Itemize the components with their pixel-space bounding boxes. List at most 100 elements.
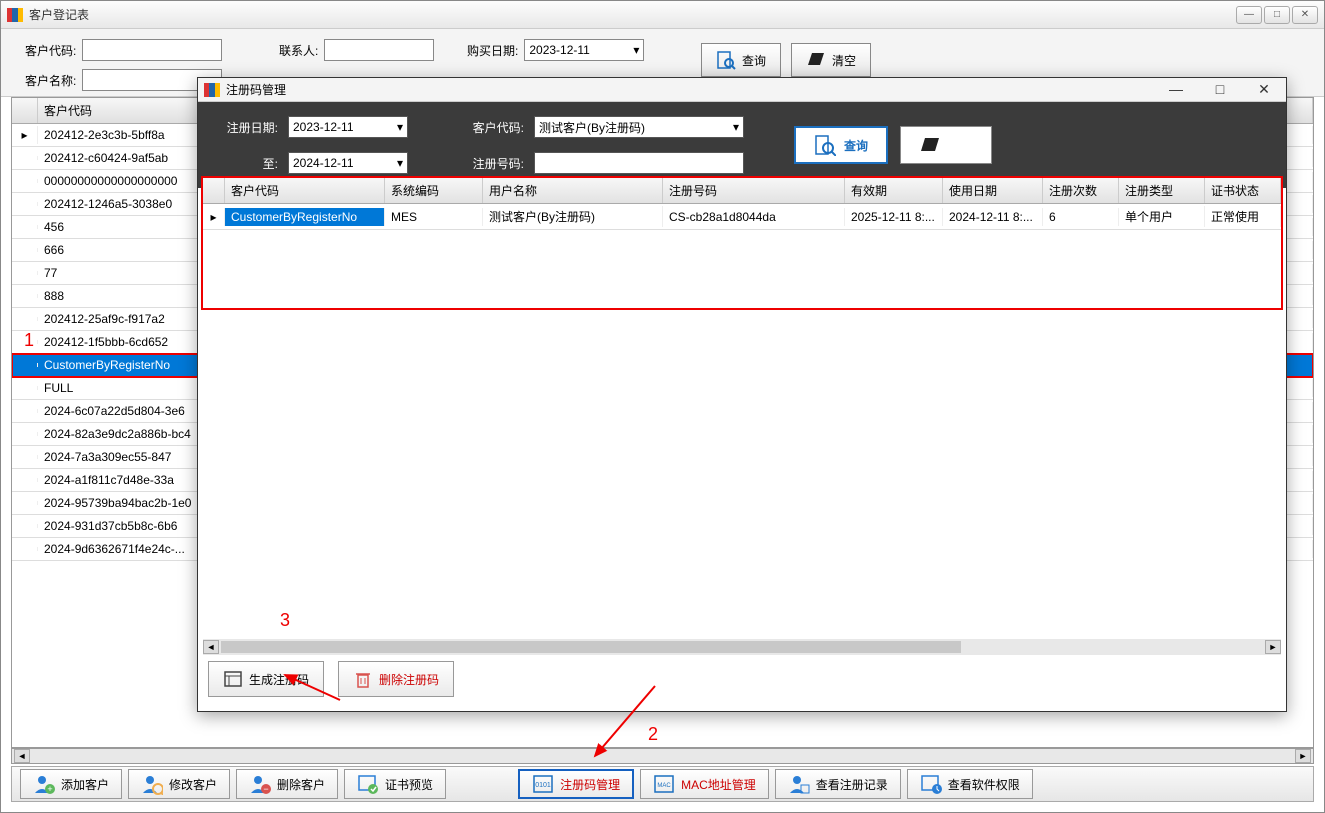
cust-code-dropdown[interactable]: 测试客户(By注册码) ▾: [534, 116, 744, 138]
scroll-thumb[interactable]: [221, 641, 961, 653]
row-indicator: [12, 317, 38, 321]
minimize-button[interactable]: —: [1236, 6, 1262, 24]
col-expiry[interactable]: 有效期: [845, 178, 943, 203]
reg-date-to-value: 2024-12-11: [293, 156, 354, 170]
maximize-button[interactable]: □: [1264, 6, 1290, 24]
col-certstatus[interactable]: 证书状态: [1205, 178, 1281, 203]
scroll-left-button[interactable]: ◄: [203, 640, 219, 654]
cell-certstatus: 正常使用: [1205, 206, 1281, 227]
mac-mgmt-button[interactable]: MAC MAC地址管理: [640, 769, 769, 799]
scroll-left-button[interactable]: ◄: [14, 749, 30, 763]
app-icon: [7, 8, 23, 22]
col-username[interactable]: 用户名称: [483, 178, 663, 203]
add-customer-label: 添加客户: [61, 776, 109, 793]
query-button[interactable]: 查询: [701, 43, 781, 77]
clear-label: 清空: [832, 52, 856, 69]
clear-button[interactable]: 清空: [791, 43, 871, 77]
row-indicator: [12, 501, 38, 505]
calendar-icon: ▾: [397, 120, 403, 134]
cell-regtype: 单个用户: [1119, 206, 1205, 227]
reg-no-input[interactable]: [534, 152, 744, 174]
purchase-date-value: 2023-12-11: [529, 43, 590, 57]
cell-username: 测试客户(By注册码): [483, 206, 663, 227]
row-indicator: [12, 225, 38, 229]
regcode-dialog: 注册码管理 — □ ✕ 注册日期: 2023-12-11 ▾ 客户代码: 测试客…: [197, 77, 1287, 712]
mac-mgmt-label: MAC地址管理: [681, 776, 756, 793]
dialog-minimize-button[interactable]: —: [1160, 81, 1192, 98]
col-regno[interactable]: 注册号码: [663, 178, 845, 203]
dialog-row-indicator: ▸: [203, 208, 225, 226]
generate-regcode-button[interactable]: 生成注册码: [208, 661, 324, 697]
edit-user-icon: [141, 773, 163, 795]
contact-input[interactable]: [324, 39, 434, 61]
view-perm-button[interactable]: 查看软件权限: [907, 769, 1033, 799]
col-custcode[interactable]: 客户代码: [225, 178, 385, 203]
cell-custcode: CustomerByRegisterNo: [225, 208, 385, 226]
delete-regcode-button[interactable]: 删除注册码: [338, 661, 454, 697]
dialog-title: 注册码管理: [226, 81, 1160, 98]
chevron-down-icon: ▾: [733, 120, 739, 134]
col-count[interactable]: 注册次数: [1043, 178, 1119, 203]
dialog-query-label: 查询: [844, 137, 868, 154]
col-syscode[interactable]: 系统编码: [385, 178, 483, 203]
row-indicator: ▸: [12, 126, 38, 144]
scroll-right-button[interactable]: ►: [1295, 749, 1311, 763]
svg-text:+: +: [47, 784, 52, 794]
cert-preview-button[interactable]: 证书预览: [344, 769, 446, 799]
reg-date-label: 注册日期:: [208, 119, 278, 136]
dialog-app-icon: [204, 83, 220, 97]
reg-date-from-input[interactable]: 2023-12-11 ▾: [288, 116, 408, 138]
dialog-grid-header: 客户代码 系统编码 用户名称 注册号码 有效期 使用日期 注册次数 注册类型 证…: [203, 178, 1281, 204]
contact-label: 联系人:: [279, 42, 318, 59]
row-indicator: [12, 248, 38, 252]
view-reg-button[interactable]: 查看注册记录: [775, 769, 901, 799]
col-usedate[interactable]: 使用日期: [943, 178, 1043, 203]
dialog-row-selector-header: [203, 178, 225, 203]
query-label: 查询: [742, 52, 766, 69]
cell-expiry: 2025-12-11 8:...: [845, 208, 943, 226]
dialog-close-button[interactable]: ✕: [1248, 81, 1280, 98]
reg-date-to-input[interactable]: 2024-12-11 ▾: [288, 152, 408, 174]
add-user-icon: +: [33, 773, 55, 795]
dialog-query-button[interactable]: 查询: [794, 126, 888, 164]
eraser-icon: [919, 136, 941, 154]
row-indicator: [12, 455, 38, 459]
edit-customer-button[interactable]: 修改客户: [128, 769, 230, 799]
horizontal-scrollbar[interactable]: ◄ ►: [11, 748, 1314, 764]
add-customer-button[interactable]: + 添加客户: [20, 769, 122, 799]
annotation-2: 2: [648, 724, 658, 745]
regcode-mgmt-button[interactable]: 0101 注册码管理: [518, 769, 634, 799]
calendar-icon: ▾: [397, 156, 403, 170]
row-indicator: [12, 179, 38, 183]
scroll-right-button[interactable]: ►: [1265, 640, 1281, 654]
cell-regno: CS-cb28a1d8044da: [663, 208, 845, 226]
row-indicator: [12, 386, 38, 390]
delete-user-icon: −: [249, 773, 271, 795]
dialog-grid: 客户代码 系统编码 用户名称 注册号码 有效期 使用日期 注册次数 注册类型 证…: [203, 178, 1281, 308]
dialog-clear-button[interactable]: 清空: [900, 126, 992, 164]
bottom-toolbar: + 添加客户 修改客户 − 删除客户 证书预览 0101 注册码管理 MAC M…: [11, 766, 1314, 802]
view-perm-icon: [920, 773, 942, 795]
svg-text:0101: 0101: [535, 782, 551, 789]
dialog-grid-row[interactable]: ▸ CustomerByRegisterNo MES 测试客户(By注册码) C…: [203, 204, 1281, 230]
customer-code-input[interactable]: [82, 39, 222, 61]
row-indicator: [12, 547, 38, 551]
delete-customer-button[interactable]: − 删除客户: [236, 769, 338, 799]
search-icon: [716, 50, 736, 70]
dialog-maximize-button[interactable]: □: [1204, 81, 1236, 98]
row-indicator: [12, 202, 38, 206]
cell-syscode: MES: [385, 208, 483, 226]
row-indicator: [12, 432, 38, 436]
cust-code-value: 测试客户(By注册码): [539, 119, 645, 136]
col-regtype[interactable]: 注册类型: [1119, 178, 1205, 203]
purchase-date-input[interactable]: 2023-12-11 ▾: [524, 39, 644, 61]
mac-icon: MAC: [653, 773, 675, 795]
dialog-scrollbar[interactable]: ◄ ►: [203, 639, 1281, 655]
regcode-mgmt-label: 注册码管理: [560, 776, 620, 793]
delete-customer-label: 删除客户: [277, 776, 325, 793]
dialog-window-controls: — □ ✕: [1160, 81, 1280, 98]
svg-text:MAC: MAC: [657, 783, 671, 789]
row-indicator: [12, 294, 38, 298]
close-button[interactable]: ✕: [1292, 6, 1318, 24]
row-indicator: [12, 409, 38, 413]
